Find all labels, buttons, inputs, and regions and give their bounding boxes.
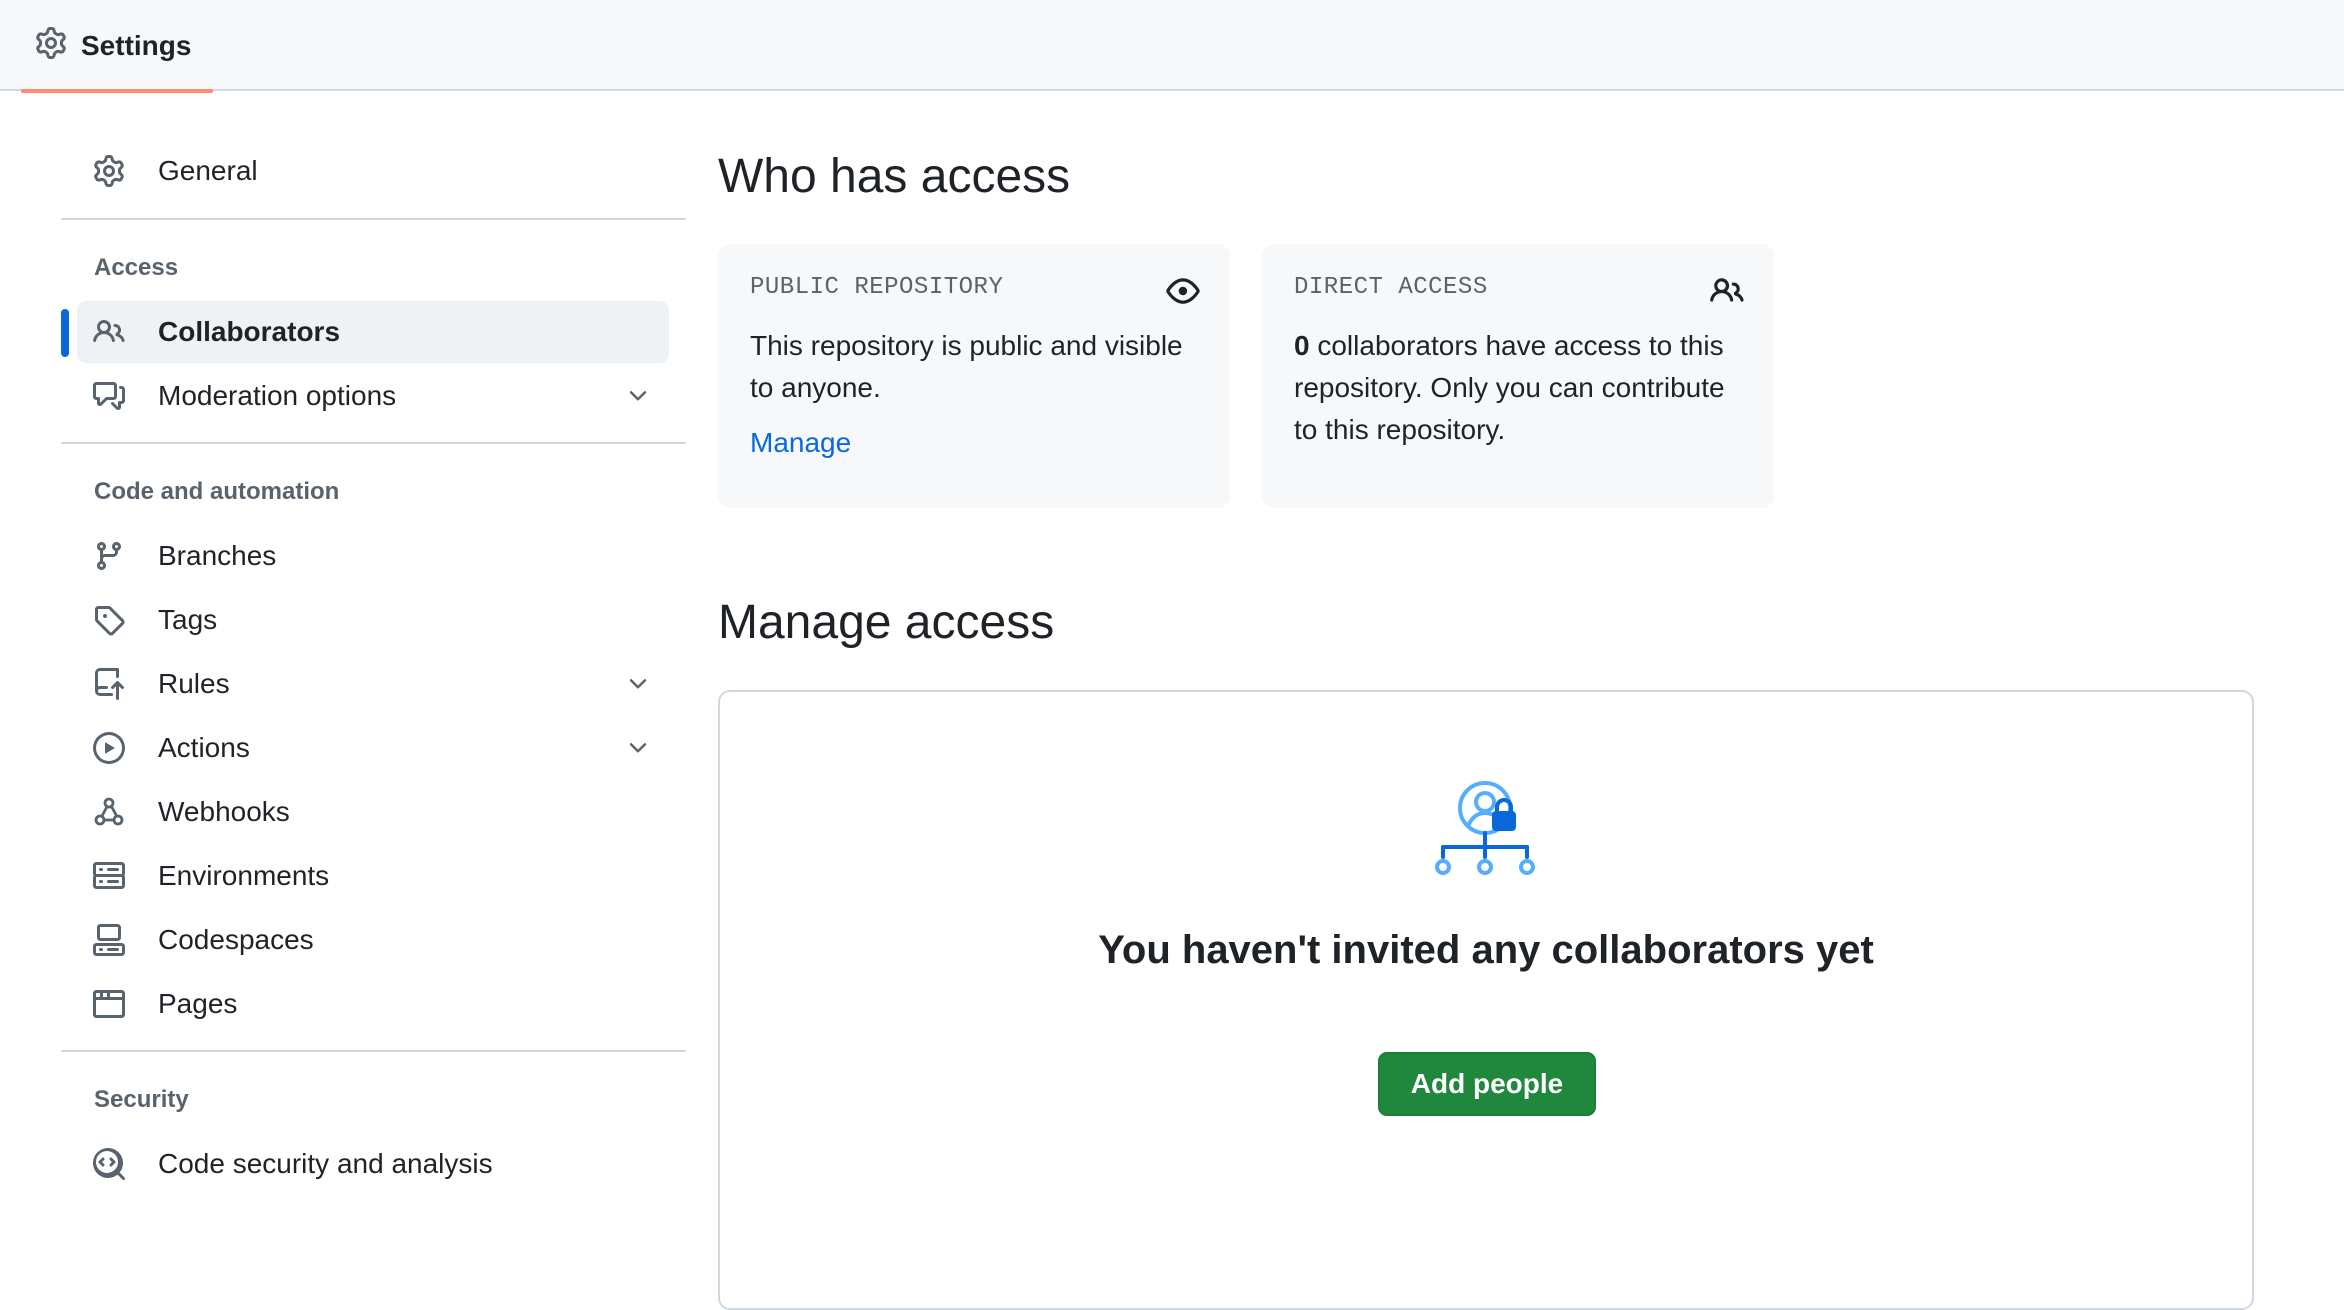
sidebar-divider <box>61 218 686 220</box>
gear-icon <box>35 27 67 64</box>
sidebar-item-label: Collaborators <box>158 316 341 347</box>
webhook-icon <box>93 796 125 828</box>
card-description-text: collaborators have access to this reposi… <box>1294 330 1725 445</box>
sidebar-item-label: Rules <box>158 668 230 699</box>
comment-discussion-icon <box>93 380 125 412</box>
sidebar-item-rules[interactable]: Rules <box>77 653 669 715</box>
people-icon <box>1710 274 1744 308</box>
public-repository-card: PUBLIC REPOSITORY This repository is pub… <box>718 244 1230 508</box>
sidebar-item-general[interactable]: General <box>77 140 669 202</box>
chevron-down-icon[interactable] <box>625 383 651 409</box>
sidebar-item-label: Pages <box>158 988 238 1019</box>
sidebar-item-pages[interactable]: Pages <box>77 973 669 1035</box>
collaborator-count: 0 <box>1294 330 1310 361</box>
sidebar-item-label: Code security and analysis <box>158 1148 493 1179</box>
play-icon <box>93 732 125 764</box>
sidebar-item-label: Codespaces <box>158 924 314 955</box>
chevron-down-icon[interactable] <box>625 735 651 761</box>
card-heading: DIRECT ACCESS <box>1294 274 1488 301</box>
sidebar-item-label: Branches <box>158 540 277 571</box>
sidebar-item-environments[interactable]: Environments <box>77 845 669 907</box>
sidebar-item-label: General <box>158 155 258 186</box>
active-indicator <box>61 309 69 357</box>
server-icon <box>92 860 125 892</box>
browser-icon <box>93 988 125 1020</box>
group-heading-security: Security <box>94 1086 189 1113</box>
sidebar-item-tags[interactable]: Tags <box>77 589 669 651</box>
who-has-access-title: Who has access <box>718 150 1071 203</box>
manage-visibility-link[interactable]: Manage <box>750 427 851 459</box>
sidebar-item-moderation-options[interactable]: Moderation options <box>77 365 669 427</box>
codescan-icon <box>92 1147 126 1181</box>
group-heading-code-and-automation: Code and automation <box>94 478 340 505</box>
group-heading-access: Access <box>94 254 179 281</box>
sidebar-item-codespaces[interactable]: Codespaces <box>77 909 669 971</box>
sidebar-divider <box>61 1050 686 1052</box>
manage-access-panel: You haven't invited any collaborators ye… <box>718 690 2254 1310</box>
repo-push-icon <box>93 668 125 700</box>
card-description: 0 collaborators have access to this repo… <box>1294 325 1742 451</box>
gear-icon <box>93 155 125 187</box>
direct-access-card: DIRECT ACCESS 0 collaborators have acces… <box>1262 244 1774 508</box>
add-people-button[interactable]: Add people <box>1378 1052 1596 1116</box>
sidebar-item-label: Webhooks <box>158 796 290 827</box>
git-branch-icon <box>93 540 125 572</box>
sidebar-item-webhooks[interactable]: Webhooks <box>77 781 669 843</box>
sidebar-item-label: Tags <box>158 604 218 635</box>
tab-settings-label: Settings <box>81 29 192 61</box>
sidebar-item-actions[interactable]: Actions <box>77 717 669 779</box>
sidebar-item-collaborators[interactable]: Collaborators <box>77 301 669 363</box>
eye-icon <box>1166 274 1200 308</box>
chevron-down-icon[interactable] <box>625 671 651 697</box>
sidebar-divider <box>61 442 686 444</box>
collaborators-lock-icon <box>1434 778 1542 882</box>
manage-access-title: Manage access <box>718 596 1055 649</box>
sidebar-item-branches[interactable]: Branches <box>77 525 669 587</box>
sidebar-item-label: Actions <box>158 732 250 763</box>
top-bar: Settings <box>0 0 2344 93</box>
tag-icon <box>93 604 125 636</box>
empty-state-title: You haven't invited any collaborators ye… <box>1098 928 1874 972</box>
sidebar-item-label: Moderation options <box>158 380 397 411</box>
card-description: This repository is public and visible to… <box>750 330 1183 403</box>
tab-settings[interactable]: Settings <box>21 0 213 93</box>
sidebar-item-label: Environments <box>158 860 330 891</box>
card-heading: PUBLIC REPOSITORY <box>750 274 1004 301</box>
people-icon <box>93 316 125 348</box>
codespaces-icon <box>93 924 125 956</box>
